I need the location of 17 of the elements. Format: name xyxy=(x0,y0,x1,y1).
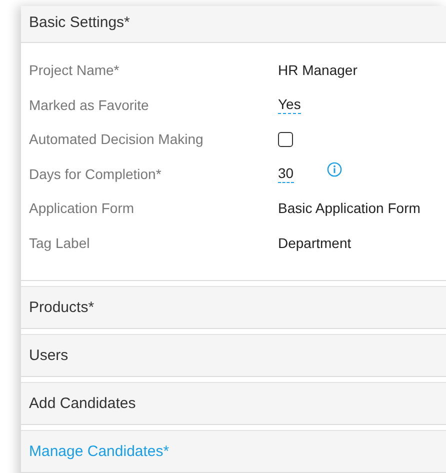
field-label: Application Form xyxy=(29,200,136,216)
field-label: Project Name* xyxy=(29,62,120,78)
editable-value[interactable]: Yes xyxy=(278,96,301,114)
section-header[interactable]: Products* xyxy=(21,286,446,329)
section-header[interactable]: Add Candidates xyxy=(21,382,446,425)
field-value: HR Manager xyxy=(278,62,358,78)
field-value: Basic Application Form xyxy=(278,200,420,216)
field-value: Department xyxy=(278,234,352,251)
editable-value[interactable]: 30 xyxy=(278,164,294,183)
field-label: Days for Completion* xyxy=(29,166,162,182)
field-label: Automated Decision Making xyxy=(29,131,204,148)
info-icon[interactable] xyxy=(326,162,342,177)
field-label: Marked as Favorite xyxy=(29,96,150,113)
field-label: Tag Label xyxy=(29,234,91,251)
section-header[interactable]: Basic Settings* xyxy=(21,6,446,43)
section-header[interactable]: Users xyxy=(21,334,446,377)
checkbox[interactable] xyxy=(278,132,293,147)
